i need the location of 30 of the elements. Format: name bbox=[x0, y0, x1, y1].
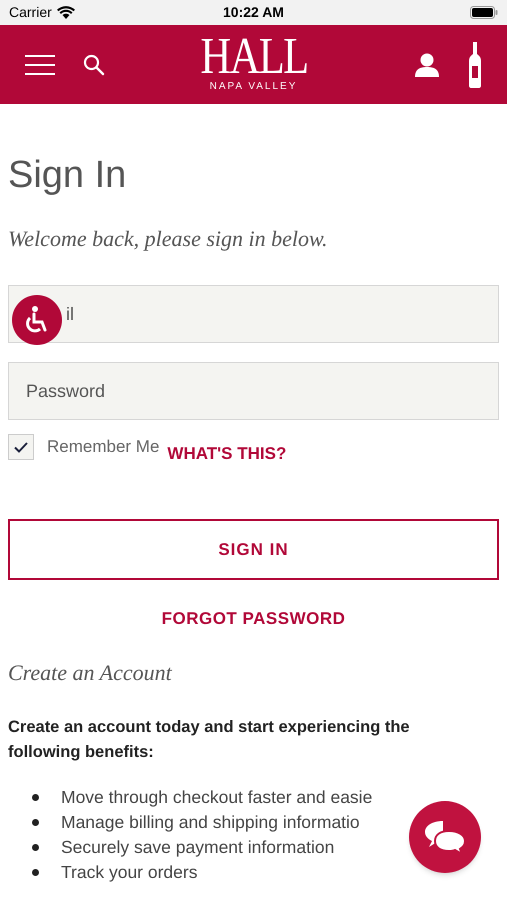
email-field[interactable]: il bbox=[8, 285, 499, 343]
status-time: 10:22 AM bbox=[223, 3, 284, 22]
benefit-item: Manage billing and shipping informatio bbox=[61, 810, 360, 834]
bullet-icon bbox=[32, 844, 39, 850]
page-title: Sign In bbox=[8, 153, 128, 198]
benefit-item: Track your orders bbox=[61, 860, 198, 884]
bullet-icon bbox=[32, 868, 39, 876]
bullet-icon bbox=[32, 794, 39, 800]
welcome-text: Welcome back, please sign in below. bbox=[8, 225, 329, 253]
wine-bottle-icon[interactable] bbox=[468, 42, 482, 88]
account-icon[interactable] bbox=[414, 52, 440, 76]
battery-icon bbox=[470, 6, 498, 19]
create-account-heading: Create an Account bbox=[8, 658, 174, 686]
chat-icon bbox=[423, 819, 467, 855]
whats-this-link[interactable]: WHAT'S THIS? bbox=[167, 441, 286, 467]
sign-in-button[interactable]: SIGN IN bbox=[8, 519, 499, 580]
forgot-password-link[interactable]: FORGOT PASSWORD bbox=[162, 606, 346, 632]
search-icon[interactable] bbox=[83, 54, 105, 76]
menu-icon[interactable] bbox=[25, 54, 55, 74]
carrier-label: Carrier bbox=[9, 3, 52, 22]
remember-label: Remember Me bbox=[47, 436, 160, 458]
remember-checkbox[interactable] bbox=[8, 434, 34, 460]
benefit-item: Move through checkout faster and easie bbox=[61, 786, 372, 809]
password-field[interactable]: Password bbox=[8, 362, 499, 420]
brand-logo[interactable]: HALL NAPA VALLEY bbox=[188, 33, 319, 93]
benefit-item: Securely save payment information bbox=[61, 836, 334, 859]
check-icon bbox=[14, 442, 28, 452]
bullet-icon bbox=[32, 818, 39, 826]
wifi-icon bbox=[56, 6, 75, 19]
create-account-text: Create an account today and start experiencing the following benefits: bbox=[8, 716, 411, 762]
